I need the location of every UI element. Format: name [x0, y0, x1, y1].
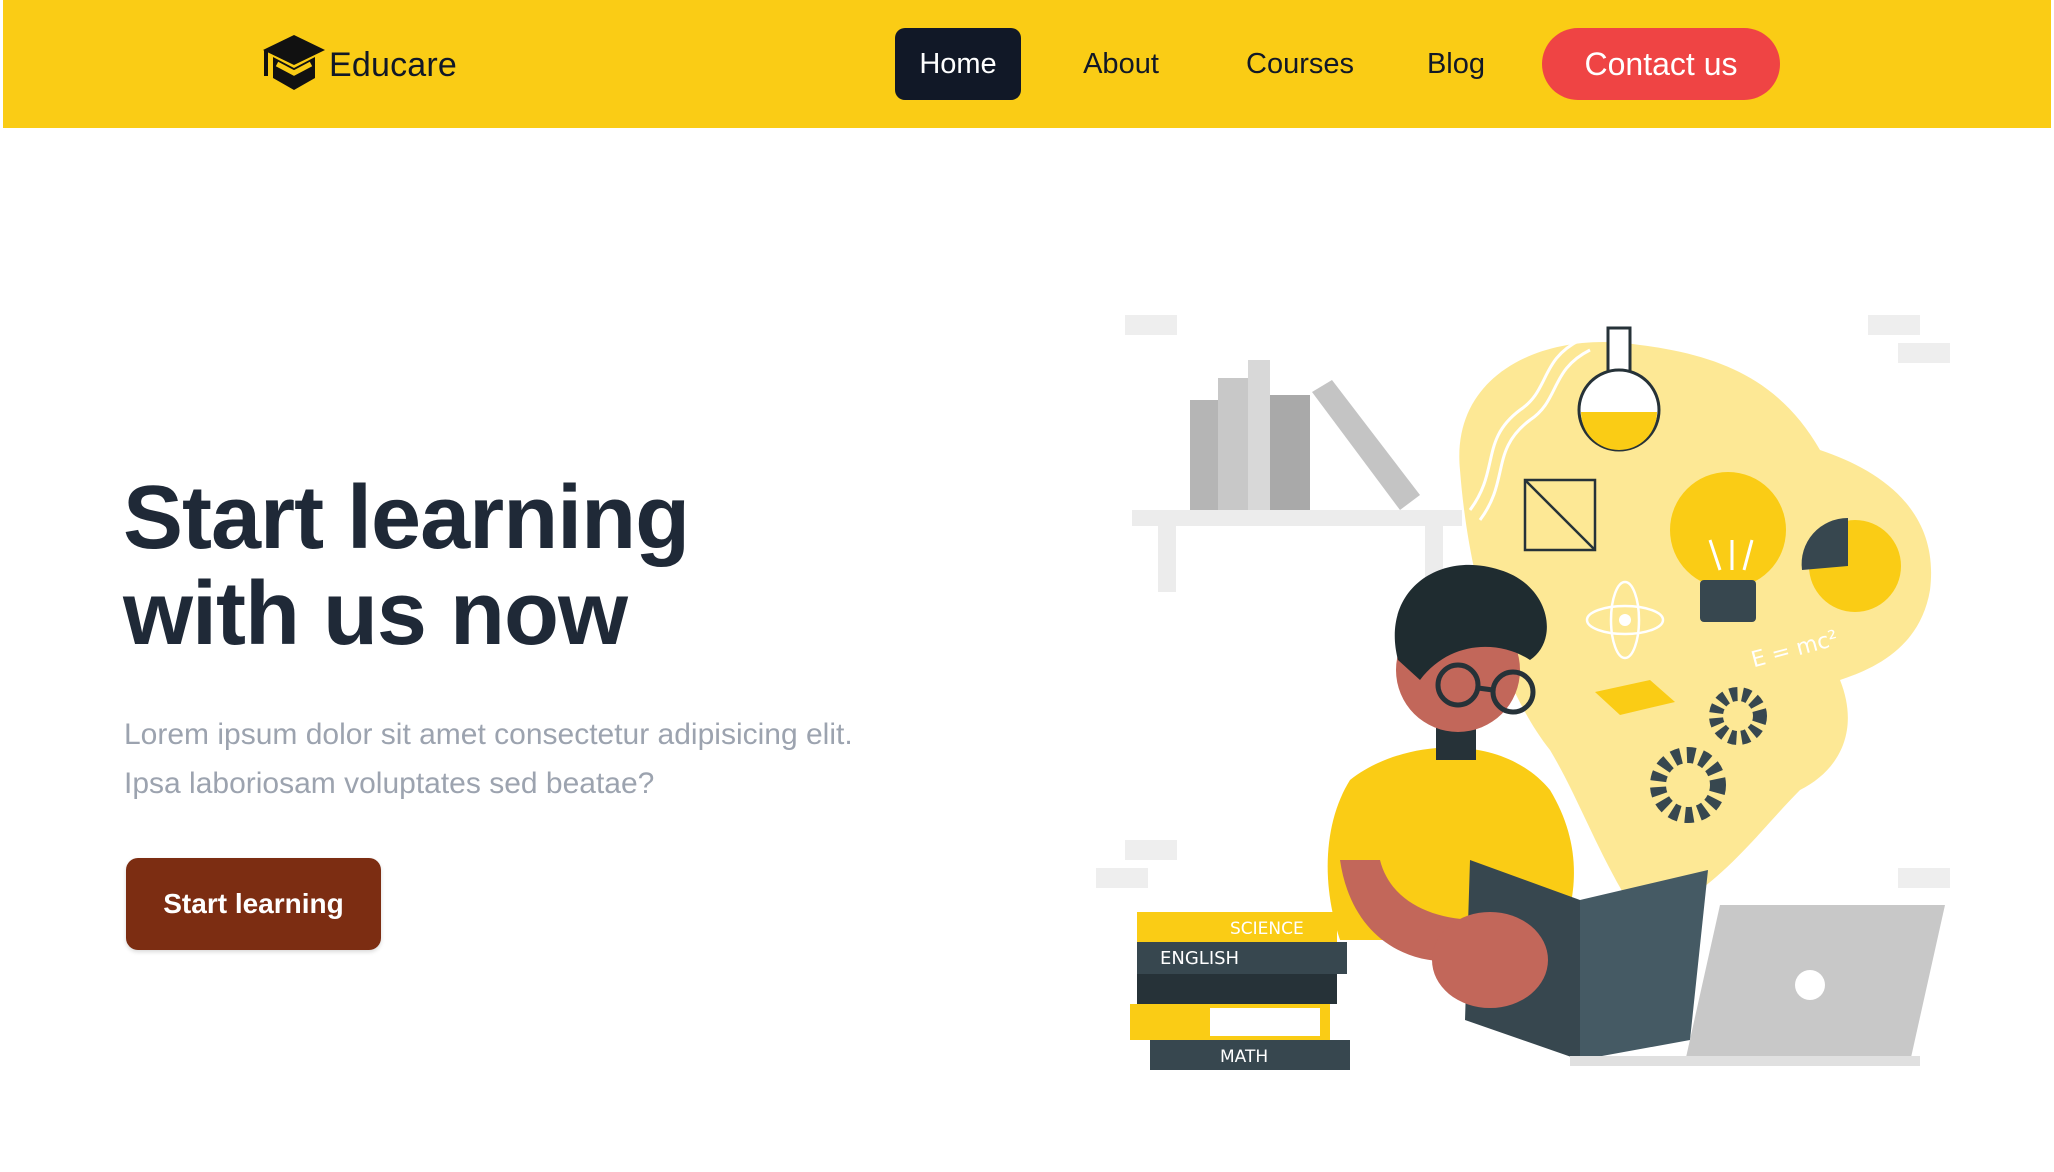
hero-subtitle-line-1: Lorem ipsum dolor sit amet consectetur a…	[124, 718, 853, 751]
nav-about[interactable]: About	[1066, 28, 1176, 100]
hero-title-line-2: with us now	[123, 564, 628, 664]
bookshelf	[1132, 360, 1462, 592]
hero-title-line-1: Start learning	[123, 468, 690, 568]
nav-courses[interactable]: Courses	[1225, 28, 1375, 100]
start-learning-button[interactable]: Start learning	[126, 858, 381, 950]
book-stack: SCIENCE ENGLISH MATH	[1130, 912, 1350, 1070]
hero-subtitle: Lorem ipsum dolor sit amet consectetur a…	[124, 710, 984, 808]
navbar: Educare Home About Courses Blog Contact …	[3, 0, 2051, 128]
hero-subtitle-line-2: Ipsa laboriosam voluptates sed beatae?	[124, 767, 655, 800]
book-label-science: SCIENCE	[1230, 919, 1304, 939]
hero-title: Start learning with us now	[123, 470, 883, 662]
book-label-math: MATH	[1220, 1047, 1268, 1067]
contact-button[interactable]: Contact us	[1542, 28, 1780, 100]
nav-home[interactable]: Home	[895, 28, 1021, 100]
book-label-english: ENGLISH	[1160, 948, 1239, 969]
student-reading-illustration: E = mc² SCIENCE ENGLISH MATH	[1096, 315, 1950, 1070]
nav-blog[interactable]: Blog	[1413, 28, 1499, 100]
hero-illustration: E = mc² SCIENCE ENGLISH MATH	[1080, 300, 1960, 1080]
